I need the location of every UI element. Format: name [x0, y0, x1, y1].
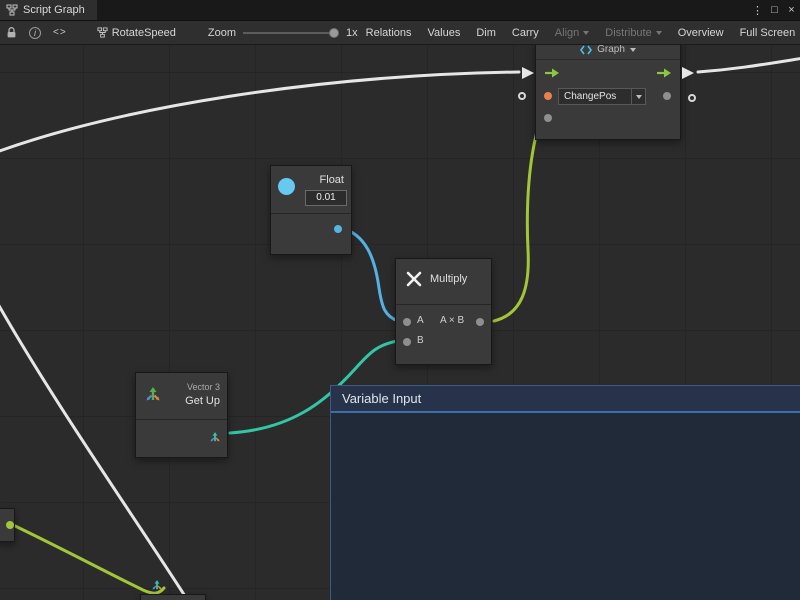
titlebar: Script Graph ⋮ □ ×	[0, 0, 800, 20]
graph-name-button[interactable]: RotateSpeed	[89, 21, 184, 44]
output-label: A × B	[440, 315, 464, 326]
zoom-control: Zoom 1x	[208, 26, 358, 40]
flow-in-icon[interactable]	[544, 67, 560, 79]
float-type-icon	[278, 178, 295, 195]
input-a-label: A	[417, 315, 424, 326]
multiply-node-title: Multiply	[430, 273, 467, 285]
changepos-node[interactable]: Graph ChangePos	[535, 45, 681, 140]
script-graph-icon	[6, 4, 18, 16]
changepos-dropdown[interactable]: ChangePos	[558, 88, 646, 105]
flow-out-icon[interactable]	[656, 67, 672, 79]
values-button[interactable]: Values	[420, 21, 469, 44]
lock-icon[interactable]	[0, 21, 23, 44]
value-port-left[interactable]	[518, 92, 526, 100]
float-node-title: Float	[320, 174, 344, 186]
zoom-label: Zoom	[208, 27, 236, 39]
distribute-dropdown-button[interactable]: Distribute	[597, 21, 669, 44]
close-icon[interactable]: ×	[783, 0, 800, 20]
chevron-down-icon	[656, 31, 662, 35]
variable-input-title: Variable Input	[342, 391, 421, 406]
multiply-input-b-port[interactable]	[403, 338, 411, 346]
vector3-port-icon[interactable]	[150, 578, 164, 592]
zoom-value: 1x	[346, 27, 358, 39]
titlebar-spacer	[97, 0, 749, 20]
node-divider	[136, 419, 227, 420]
graph-icon	[580, 45, 592, 55]
info-icon[interactable]: i	[23, 21, 47, 44]
wire-multiply-to-changepos[interactable]	[494, 118, 541, 321]
float-node[interactable]: Float 0.01	[270, 165, 352, 255]
wire-flow-in[interactable]	[0, 72, 519, 153]
wire-bottom-green[interactable]	[11, 524, 164, 593]
chevron-down-icon	[630, 48, 636, 52]
input-b-label: B	[417, 335, 424, 346]
clipped-left-node[interactable]	[0, 508, 15, 542]
node-divider	[396, 304, 491, 305]
chevron-down-icon	[631, 89, 645, 104]
tab-label: Script Graph	[23, 4, 85, 16]
code-view-icon[interactable]: <>	[47, 21, 73, 44]
vector3-subtitle: Vector 3	[187, 382, 220, 392]
float-value-field[interactable]: 0.01	[305, 190, 347, 206]
align-dropdown-button[interactable]: Align	[547, 21, 597, 44]
maximize-icon[interactable]: □	[766, 0, 783, 20]
vector3-output-port-icon[interactable]	[208, 430, 222, 444]
float-output-port[interactable]	[334, 225, 342, 233]
changepos-input-port[interactable]	[544, 92, 552, 100]
graph-node-header[interactable]: Graph	[536, 45, 680, 60]
multiply-input-a-port[interactable]	[403, 318, 411, 326]
vector3-getup-node[interactable]: Vector 3 Get Up	[135, 372, 228, 458]
multiply-output-port[interactable]	[476, 318, 484, 326]
chevron-down-icon	[583, 31, 589, 35]
value-port-right[interactable]	[688, 94, 696, 102]
flow-output-arrow[interactable]	[682, 67, 694, 79]
getup-title: Get Up	[185, 395, 220, 407]
dim-button[interactable]: Dim	[468, 21, 504, 44]
carry-button[interactable]: Carry	[504, 21, 547, 44]
output-port[interactable]	[663, 92, 671, 100]
vector3-icon	[143, 384, 163, 404]
kebab-menu-icon[interactable]: ⋮	[749, 0, 766, 20]
connected-input-port[interactable]	[544, 114, 552, 122]
graph-node-title: Graph	[597, 45, 625, 55]
clipped-node-port[interactable]	[6, 521, 14, 529]
node-divider	[271, 213, 351, 214]
zoom-slider-track	[243, 32, 333, 34]
clipped-bottom-node[interactable]	[140, 594, 206, 600]
wire-flow-out[interactable]	[698, 58, 800, 72]
graph-canvas[interactable]: Graph ChangePos Float	[0, 45, 800, 600]
zoom-slider-handle[interactable]	[329, 28, 339, 38]
tab-script-graph[interactable]: Script Graph	[0, 0, 97, 20]
unity-script-graph-window: Script Graph ⋮ □ × i <> RotateSpeed Zoom	[0, 0, 800, 600]
overview-button[interactable]: Overview	[670, 21, 732, 44]
graph-name-label: RotateSpeed	[112, 27, 176, 39]
zoom-slider[interactable]	[243, 26, 339, 40]
multiply-node[interactable]: Multiply A A × B B	[395, 258, 492, 365]
graph-unit-icon	[97, 27, 108, 38]
variable-input-panel[interactable]: Variable Input	[330, 385, 800, 600]
variable-input-header[interactable]: Variable Input	[331, 386, 800, 413]
full-screen-button[interactable]: Full Screen	[732, 21, 800, 44]
multiply-icon	[405, 270, 423, 288]
graph-toolbar: i <> RotateSpeed Zoom 1x Relations Value…	[0, 20, 800, 45]
relations-button[interactable]: Relations	[358, 21, 420, 44]
flow-input-arrow[interactable]	[522, 67, 534, 79]
